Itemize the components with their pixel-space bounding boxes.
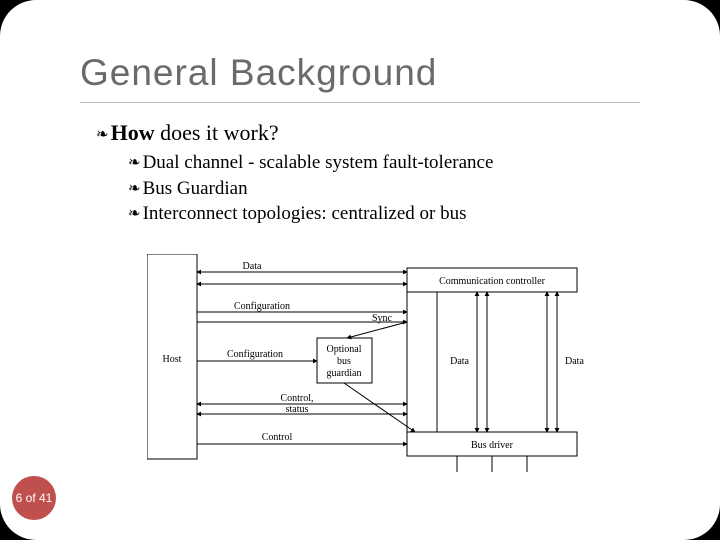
label-sync: Sync xyxy=(372,313,393,324)
label-host: Host xyxy=(163,354,182,365)
label-optional-2: bus xyxy=(337,356,351,367)
bullet-icon: ❧ xyxy=(128,179,141,199)
bullet-icon: ❧ xyxy=(128,204,141,224)
bullet-rest: does it work? xyxy=(155,120,279,145)
label-configuration-2: Configuration xyxy=(227,349,283,360)
label-data-2: Data xyxy=(450,356,469,367)
bullet-level2: ❧Dual channel - scalable system fault-to… xyxy=(128,150,493,176)
label-control-status-2: status xyxy=(286,404,309,415)
bullet-icon: ❧ xyxy=(128,153,141,173)
bullet-level2-group: ❧Dual channel - scalable system fault-to… xyxy=(128,150,493,227)
label-bus-driver: Bus driver xyxy=(471,440,514,451)
label-comm-controller: Communication controller xyxy=(439,276,545,287)
bullet-text: Dual channel - scalable system fault-tol… xyxy=(143,152,494,173)
label-control: Control xyxy=(262,432,293,443)
bullet-text: Interconnect topologies: centralized or … xyxy=(143,203,467,224)
label-data-3: Data xyxy=(565,356,584,367)
bullet-bold: How xyxy=(111,120,155,145)
bullet-text: Bus Guardian xyxy=(143,178,248,199)
label-configuration: Configuration xyxy=(234,301,290,312)
label-optional-1: Optional xyxy=(327,344,362,355)
bullet-level2: ❧Interconnect topologies: centralized or… xyxy=(128,201,493,227)
page-number: 6 of 41 xyxy=(16,491,53,505)
architecture-diagram: Host Communication controller Optional b… xyxy=(147,254,587,474)
page-number-badge: 6 of 41 xyxy=(12,476,56,520)
label-control-status-1: Control, xyxy=(280,393,313,404)
label-data: Data xyxy=(243,261,262,272)
bullet-icon: ❧ xyxy=(96,125,109,143)
bullet-level2: ❧Bus Guardian xyxy=(128,176,493,202)
title-underline xyxy=(80,102,640,103)
slide-title: General Background xyxy=(80,52,437,94)
label-optional-3: guardian xyxy=(327,368,362,379)
bullet-level1: ❧How does it work? xyxy=(96,120,279,146)
slide: General Background ❧How does it work? ❧D… xyxy=(0,0,720,540)
